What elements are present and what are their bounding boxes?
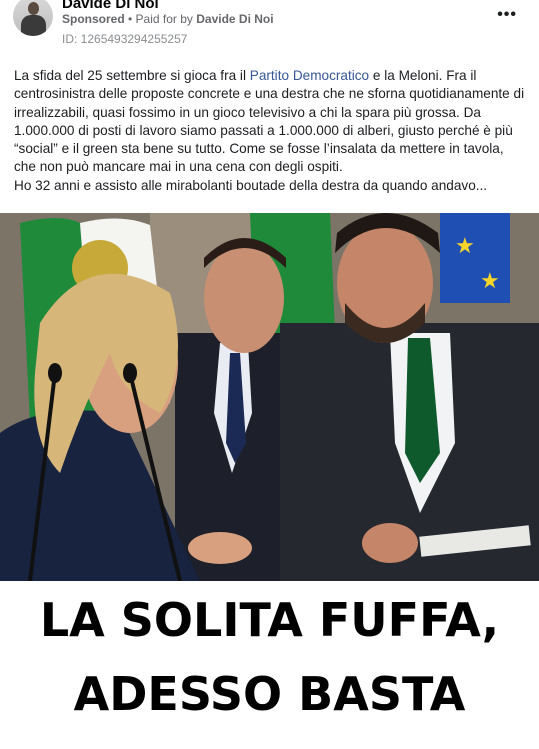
avatar-body-shape bbox=[21, 15, 46, 36]
microphone-1-head bbox=[48, 363, 62, 383]
page-name-link[interactable]: Davide Di Noi bbox=[62, 0, 159, 12]
post-paragraph-1: La sfida del 25 settembre si gioca fra i… bbox=[14, 67, 526, 177]
more-horizontal-icon[interactable]: ••• bbox=[497, 6, 517, 24]
text-after-link: e la Meloni. Fra il centrosinistra delle… bbox=[14, 68, 525, 175]
post-body-text: La sfida del 25 settembre si gioca fra i… bbox=[14, 67, 526, 195]
post-header: Davide Di Noi Sponsored • Paid for by Da… bbox=[0, 0, 539, 62]
right-man-hand bbox=[362, 523, 418, 563]
paid-for-name: Davide Di Noi bbox=[196, 12, 274, 26]
paid-for-label: Paid for by bbox=[135, 12, 197, 26]
eu-star-1: ★ bbox=[455, 234, 475, 259]
separator-dot: • bbox=[124, 12, 136, 26]
eu-star-2: ★ bbox=[480, 269, 500, 294]
middle-man-face bbox=[204, 243, 284, 353]
sponsored-label: Sponsored bbox=[62, 12, 125, 26]
avatar-head-shape bbox=[28, 2, 39, 15]
post-paragraph-2: Ho 32 anni e assisto alle mirabolanti bo… bbox=[14, 177, 488, 193]
text-before-link: La sfida del 25 settembre si gioca fra i… bbox=[14, 68, 250, 83]
banner-line-2: ADESSO BASTA bbox=[73, 667, 466, 721]
microphone-2-head bbox=[123, 363, 137, 383]
post-photo[interactable]: ★ ★ bbox=[0, 213, 539, 581]
woman-hands bbox=[188, 532, 252, 564]
sponsor-line: Sponsored • Paid for by Davide Di Noi bbox=[62, 12, 274, 26]
photo-illustration: ★ ★ bbox=[0, 213, 539, 581]
image-banner: LA SOLITA FUFFA, ADESSO BASTA bbox=[0, 581, 539, 749]
banner-line-1: LA SOLITA FUFFA, bbox=[39, 593, 500, 647]
partito-democratico-link[interactable]: Partito Democratico bbox=[250, 68, 369, 83]
avatar[interactable] bbox=[13, 0, 53, 36]
ad-id: ID: 1265493294255257 bbox=[62, 32, 188, 46]
